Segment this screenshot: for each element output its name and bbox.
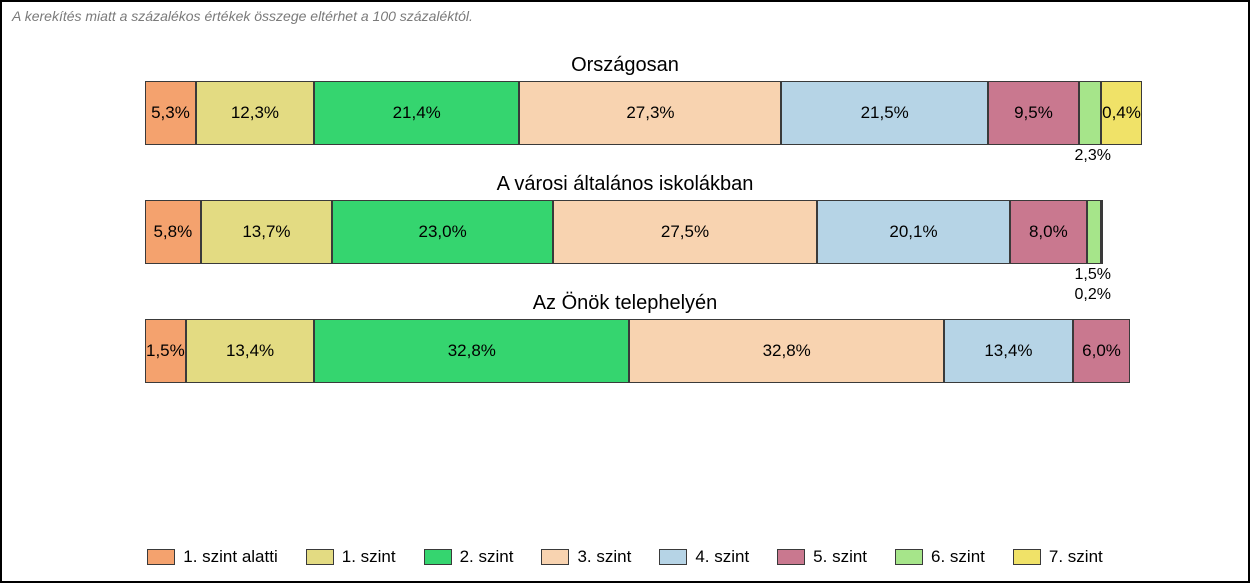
segment-label: 13,4% (226, 341, 274, 361)
segment-label: 9,5% (1014, 103, 1053, 123)
legend-label: 4. szint (695, 547, 749, 567)
segment-label: 12,3% (231, 103, 279, 123)
legend-swatch (541, 549, 569, 565)
stacked-bar-chart: Országosan5,3%12,3%21,4%27,3%21,5%9,5%0,… (145, 54, 1105, 383)
legend-item: 7. szint (1013, 547, 1103, 567)
legend-swatch (147, 549, 175, 565)
bar-title: A városi általános iskolákban (145, 173, 1105, 196)
segment-label: 27,5% (661, 222, 709, 242)
bar-segment: 32,8% (314, 319, 629, 383)
chart-frame: A kerekítés miatt a százalékos értékek ö… (0, 0, 1250, 583)
segment-label: 21,4% (393, 103, 441, 123)
legend-item: 5. szint (777, 547, 867, 567)
legend-item: 4. szint (659, 547, 749, 567)
segment-label: 27,3% (626, 103, 674, 123)
legend-swatch (659, 549, 687, 565)
bar-segment: 6,0% (1073, 319, 1131, 383)
stacked-bar: 1,5%13,4%32,8%32,8%13,4%6,0% (145, 319, 1105, 383)
bar-segment: 12,3% (196, 81, 314, 145)
stacked-bar: 5,8%13,7%23,0%27,5%20,1%8,0%1,5%0,2% (145, 200, 1105, 264)
bar-title: Az Önök telephelyén (145, 292, 1105, 315)
legend-swatch (777, 549, 805, 565)
bar-segment: 13,4% (944, 319, 1073, 383)
legend-swatch (306, 549, 334, 565)
legend-item: 3. szint (541, 547, 631, 567)
bar-segment: 5,8% (145, 200, 201, 264)
segment-label: 32,8% (763, 341, 811, 361)
legend-label: 1. szint alatti (183, 547, 278, 567)
segment-label: 8,0% (1029, 222, 1068, 242)
segment-label: 13,4% (984, 341, 1032, 361)
legend-swatch (1013, 549, 1041, 565)
legend-item: 1. szint (306, 547, 396, 567)
bar-segment (1101, 200, 1103, 264)
legend-item: 6. szint (895, 547, 985, 567)
segment-label: 5,8% (153, 222, 192, 242)
bar-segment: 27,5% (553, 200, 817, 264)
bar-segment: 21,4% (314, 81, 519, 145)
bar-segment: 8,0% (1010, 200, 1087, 264)
bar-segment: 5,3% (145, 81, 196, 145)
rounding-note: A kerekítés miatt a százalékos értékek ö… (12, 8, 1238, 24)
segment-label: 32,8% (448, 341, 496, 361)
legend-swatch (895, 549, 923, 565)
segment-label: 20,1% (889, 222, 937, 242)
bar-segment: 13,4% (186, 319, 315, 383)
legend-label: 3. szint (577, 547, 631, 567)
segment-label-below: 2,3% (1075, 147, 1111, 165)
segment-label-below: 0,2% (1075, 286, 1111, 304)
legend-label: 7. szint (1049, 547, 1103, 567)
bar-title: Országosan (145, 54, 1105, 77)
bar-segment (1087, 200, 1101, 264)
bar-segment: 20,1% (817, 200, 1010, 264)
segment-label: 21,5% (861, 103, 909, 123)
legend-label: 6. szint (931, 547, 985, 567)
bar-segment: 13,7% (201, 200, 333, 264)
bar-segment: 0,4% (1101, 81, 1142, 145)
bar-segment: 9,5% (988, 81, 1079, 145)
segment-label: 13,7% (242, 222, 290, 242)
legend: 1. szint alatti 1. szint 2. szint 3. szint 4… (2, 547, 1248, 567)
segment-label: 23,0% (418, 222, 466, 242)
legend-swatch (424, 549, 452, 565)
segment-label-below: 1,5% (1075, 266, 1111, 284)
legend-label: 1. szint (342, 547, 396, 567)
segment-label: 0,4% (1102, 103, 1141, 123)
legend-label: 2. szint (460, 547, 514, 567)
bar-segment: 21,5% (781, 81, 987, 145)
legend-label: 5. szint (813, 547, 867, 567)
bar-segment (1079, 81, 1101, 145)
legend-item: 1. szint alatti (147, 547, 278, 567)
segment-label: 5,3% (151, 103, 190, 123)
stacked-bar: 5,3%12,3%21,4%27,3%21,5%9,5%0,4%2,3% (145, 81, 1105, 145)
segment-label: 6,0% (1082, 341, 1121, 361)
bar-segment: 23,0% (332, 200, 553, 264)
bar-segment: 27,3% (519, 81, 781, 145)
legend-item: 2. szint (424, 547, 514, 567)
bar-segment: 1,5% (145, 319, 186, 383)
segment-label: 1,5% (146, 341, 185, 361)
bar-segment: 32,8% (629, 319, 944, 383)
